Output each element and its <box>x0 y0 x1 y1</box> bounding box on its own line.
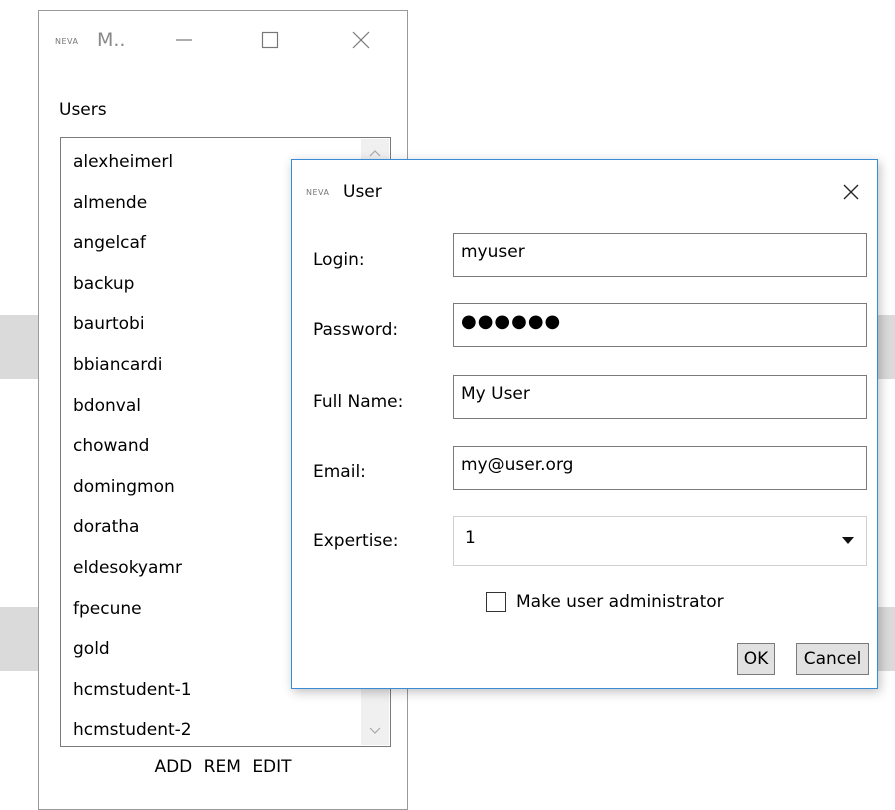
list-item[interactable]: bbiancardi <box>73 345 192 386</box>
password-field[interactable]: ●●●●●● <box>453 303 867 347</box>
login-label: Login: <box>313 250 365 270</box>
scroll-down-button[interactable] <box>361 717 389 745</box>
login-field[interactable]: myuser <box>453 233 867 277</box>
app-logo: NEVA <box>55 37 79 46</box>
minimize-button[interactable] <box>169 25 199 55</box>
list-item[interactable]: chowand <box>73 426 192 467</box>
list-item[interactable]: domingmon <box>73 467 192 508</box>
list-item[interactable]: baurtobi <box>73 304 192 345</box>
users-list: alexheimerl almende angelcaf backup baur… <box>73 142 192 751</box>
list-item[interactable]: doratha <box>73 507 192 548</box>
list-item[interactable]: almende <box>73 183 192 224</box>
maximize-button[interactable] <box>255 25 285 55</box>
dialog-title: User <box>343 182 382 202</box>
user-dialog: NEVA User Login: myuser Password: ●●●●●●… <box>291 159 878 689</box>
window-title: M.. <box>97 29 126 51</box>
list-actions: ADD REM EDIT <box>39 757 407 777</box>
list-item[interactable]: hcmstudent-1 <box>73 670 192 711</box>
app-logo: NEVA <box>306 188 330 197</box>
chevron-down-icon <box>369 727 381 734</box>
main-titlebar: NEVA M.. <box>39 11 407 71</box>
ok-button[interactable]: OK <box>737 643 775 675</box>
close-icon <box>843 184 859 200</box>
close-icon <box>352 31 370 49</box>
list-item[interactable]: angelcaf <box>73 223 192 264</box>
list-item[interactable]: fpecune <box>73 589 192 630</box>
email-label: Email: <box>313 462 366 482</box>
minimize-icon <box>176 39 192 41</box>
users-label: Users <box>59 100 107 120</box>
email-field[interactable]: my@user.org <box>453 446 867 490</box>
full-name-label: Full Name: <box>313 392 404 412</box>
cancel-button[interactable]: Cancel <box>796 643 869 675</box>
remove-button[interactable]: REM <box>204 757 241 777</box>
admin-checkbox-row[interactable]: Make user administrator <box>486 592 724 612</box>
add-button[interactable]: ADD <box>154 757 192 777</box>
password-label: Password: <box>313 320 399 340</box>
edit-button[interactable]: EDIT <box>252 757 291 777</box>
list-item[interactable]: eldesokyamr <box>73 548 192 589</box>
list-item[interactable]: backup <box>73 264 192 305</box>
list-item[interactable]: bdonval <box>73 386 192 427</box>
chevron-up-icon <box>369 150 381 157</box>
maximize-icon <box>261 31 279 49</box>
list-item[interactable]: gold <box>73 629 192 670</box>
admin-checkbox-label: Make user administrator <box>516 592 724 612</box>
expertise-label: Expertise: <box>313 531 399 551</box>
list-item[interactable]: alexheimerl <box>73 142 192 183</box>
full-name-field[interactable]: My User <box>453 375 867 419</box>
expertise-value: 1 <box>465 528 476 548</box>
caret-down-icon <box>842 537 854 544</box>
close-button[interactable] <box>346 25 376 55</box>
admin-checkbox[interactable] <box>486 592 506 612</box>
list-item[interactable]: hcmstudent-2 <box>73 710 192 751</box>
dialog-close-button[interactable] <box>839 180 863 204</box>
expertise-select[interactable]: 1 <box>453 516 867 566</box>
